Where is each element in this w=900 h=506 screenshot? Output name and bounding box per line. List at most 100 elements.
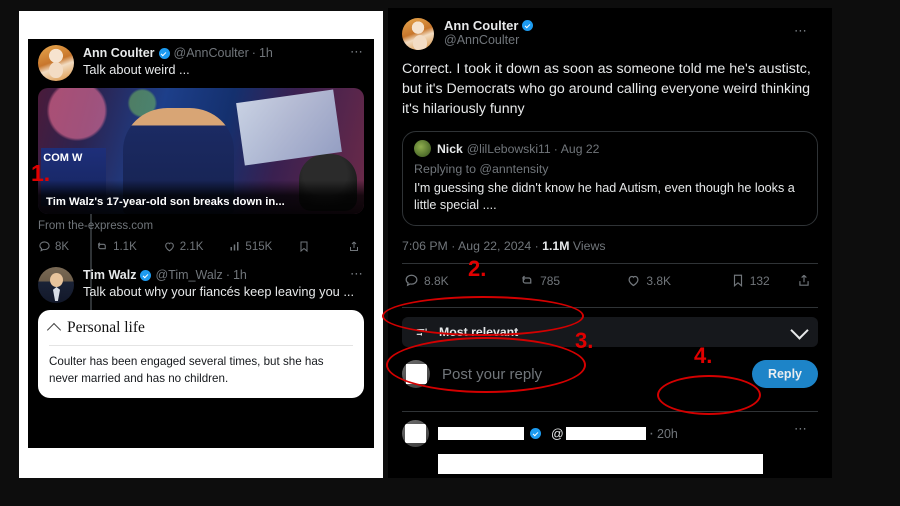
views-icon (229, 240, 241, 253)
display-name: Ann Coulter (444, 18, 519, 33)
chevron-up-icon[interactable] (46, 322, 62, 338)
timestamp: 20h (657, 426, 678, 441)
redacted-handle (565, 427, 646, 440)
quoted-date: Aug 22 (560, 141, 600, 156)
handle-prefix: @ (551, 426, 564, 441)
handle: @AnnCoulter (444, 33, 520, 47)
views-count: 1.1M (542, 239, 570, 253)
more-options-icon[interactable]: ⋯ (794, 24, 808, 37)
link-preview-card[interactable]: COM W Tim Walz's 17-year-old son breaks … (38, 88, 364, 214)
bookmark-action[interactable]: 132 (731, 273, 797, 288)
reply-count: 8K (55, 240, 70, 253)
annotation-ellipse-3 (386, 337, 586, 393)
tweet-metadata: 7:06 PM · Aug 22, 2024 · 1.1M Views (402, 239, 818, 253)
reply-action[interactable]: 8.8K (404, 273, 519, 288)
quoted-tweet-text: I'm guessing she didn't know he had Auti… (414, 181, 795, 212)
avatar[interactable] (402, 420, 429, 447)
annotation-number-4: 4. (694, 343, 713, 368)
bookmark-count: 132 (749, 273, 770, 288)
avatar[interactable] (402, 18, 434, 50)
verified-badge-icon (158, 48, 170, 59)
wiki-card-header[interactable]: Personal life (46, 319, 353, 338)
tweet-text: Talk about weird ... (83, 62, 190, 77)
quoted-display-name: Nick (437, 141, 463, 156)
tweet-thread: ⋯ Ann Coulter @AnnCoulter · 1h Talk abou… (28, 39, 374, 448)
retweet-action[interactable]: 785 (519, 273, 626, 288)
like-count: 2.1K (179, 240, 204, 253)
reply-item[interactable]: ⋯ @ · 20h (402, 412, 818, 478)
handle: @AnnCoulter (173, 46, 249, 60)
retweet-count: 1.1K (113, 240, 137, 253)
divider (49, 345, 353, 346)
timestamp: 1h (232, 268, 247, 282)
retweet-count: 785 (540, 273, 561, 288)
share-icon (348, 240, 360, 253)
like-count: 3.8K (646, 273, 672, 288)
separator-dot: · (225, 268, 230, 282)
chevron-down-icon[interactable] (790, 320, 809, 340)
tweet-header: ⋯ Ann Coulter @AnnCoulter (402, 18, 818, 50)
tweet-actions: 8.8K 785 3.8K 132 (402, 264, 818, 297)
separator-dot: · (251, 46, 256, 60)
annotation-ellipse-4 (657, 375, 761, 415)
verified-badge-icon (522, 20, 534, 31)
views-action[interactable]: 515K (229, 240, 272, 253)
avatar[interactable] (414, 140, 431, 157)
views-label: Views (572, 239, 606, 253)
bookmark-icon (298, 240, 310, 253)
like-icon (163, 240, 176, 253)
reply-icon (38, 240, 51, 253)
more-options-icon[interactable]: ⋯ (350, 267, 364, 280)
more-options-icon[interactable]: ⋯ (350, 45, 364, 58)
replying-to-label: Replying to @anntensity (414, 162, 549, 176)
wiki-title-text: Personal life (67, 319, 145, 336)
reply-button[interactable]: Reply (751, 360, 818, 388)
tweet-ann-coulter[interactable]: ⋯ Ann Coulter @AnnCoulter · 1h Talk abou… (28, 39, 374, 261)
like-action[interactable]: 3.8K (626, 273, 730, 288)
timestamp: 1h (258, 46, 273, 60)
link-source: From the-express.com (38, 220, 154, 232)
annotation-number-2: 2. (468, 256, 487, 281)
avatar[interactable] (38, 45, 74, 81)
bookmark-action[interactable] (298, 240, 314, 253)
annotation-number-1: 1. (31, 160, 51, 186)
separator-dot: · (648, 424, 655, 442)
tweet-detail-panel: ⋯ Ann Coulter @AnnCoulter Correct. I too… (388, 8, 832, 478)
link-caption: Tim Walz's 17-year-old son breaks down i… (38, 180, 364, 214)
quoted-tweet[interactable]: Nick @lilLebowski11 · Aug 22 Replying to… (402, 131, 818, 226)
separator-dot: · (553, 141, 558, 156)
annotation-number-3: 3. (575, 328, 594, 353)
verified-badge-icon (140, 270, 152, 281)
tweet-text: Talk about why your fiancés keep leaving… (83, 284, 355, 299)
reply-icon (404, 273, 419, 288)
more-options-icon[interactable]: ⋯ (794, 422, 808, 435)
share-action[interactable] (797, 273, 816, 288)
wiki-preview-card[interactable]: Personal life Coulter has been engaged s… (38, 310, 364, 398)
tweet-actions: 8K 1.1K 2.1K 515K (38, 240, 364, 261)
share-icon (797, 273, 811, 288)
redaction-box (405, 424, 426, 443)
bookmark-icon (731, 273, 745, 288)
timestamp: 7:06 PM · Aug 22, 2024 · (402, 239, 539, 253)
redacted-reply-text (438, 454, 763, 474)
screenshot-root: ⋯ Ann Coulter @AnnCoulter · 1h Talk abou… (0, 0, 900, 506)
share-action[interactable] (348, 240, 364, 253)
like-action[interactable]: 2.1K (163, 240, 204, 253)
wiki-body-text: Coulter has been engaged several times, … (49, 355, 324, 385)
quoted-handle: @lilLebowski11 (466, 141, 551, 156)
avatar[interactable] (38, 267, 74, 303)
display-name: Ann Coulter (83, 46, 155, 60)
display-name: Tim Walz (83, 268, 137, 282)
annotation-ellipse-2 (382, 296, 584, 336)
verified-badge-icon (530, 428, 541, 439)
like-icon (626, 273, 641, 288)
redacted-display-name (438, 427, 524, 440)
reply-action[interactable]: 8K (38, 240, 69, 253)
retweet-action[interactable]: 1.1K (95, 240, 137, 253)
retweet-icon (95, 240, 109, 253)
tweet-tim-walz[interactable]: ⋯ Tim Walz @Tim_Walz · 1h Talk about why… (28, 261, 374, 398)
left-screenshot-card: ⋯ Ann Coulter @AnnCoulter · 1h Talk abou… (19, 11, 383, 478)
retweet-icon (519, 273, 535, 288)
handle: @Tim_Walz (155, 268, 223, 282)
reply-count: 8.8K (424, 273, 449, 288)
